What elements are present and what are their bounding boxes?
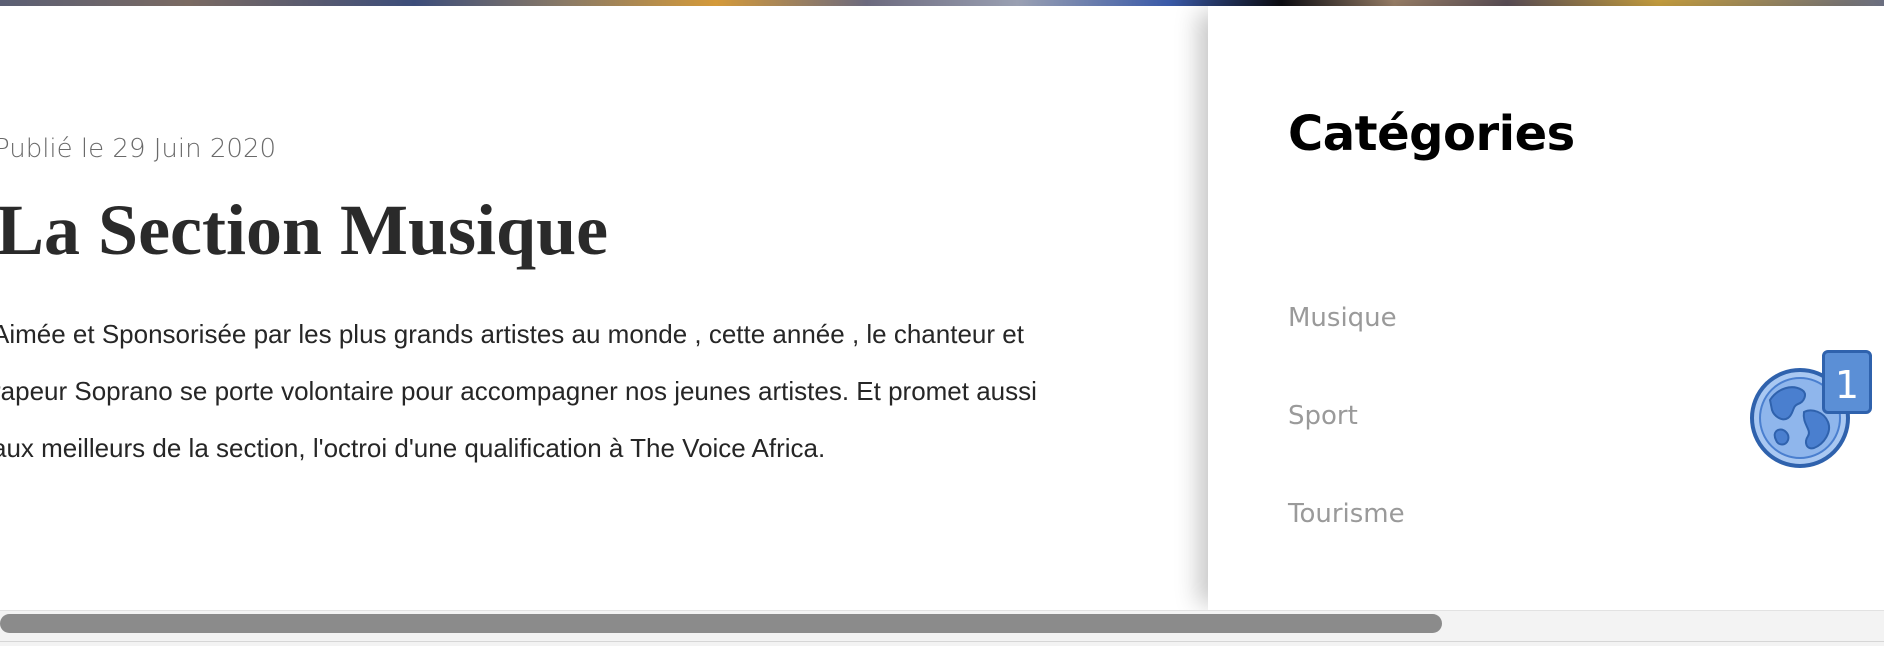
divider (0, 641, 1884, 642)
horizontal-scrollbar-thumb[interactable] (0, 614, 1442, 633)
article-body: Aimée et Sponsorisée par les plus grands… (0, 306, 1182, 477)
notification-count-badge[interactable]: 1 (1822, 350, 1872, 414)
category-item-tourisme[interactable]: Tourisme (1288, 492, 1405, 590)
article: Publié le 29 Juin 2020 La Section Musiqu… (0, 6, 1208, 610)
publish-date: Publié le 29 Juin 2020 (0, 134, 277, 164)
category-item-musique[interactable]: Musique (1288, 296, 1405, 394)
category-label[interactable]: Musique (1288, 296, 1397, 340)
sidebar: Catégories Musique Sport Tourisme (1208, 6, 1884, 610)
category-label[interactable]: Sport (1288, 394, 1358, 438)
category-label[interactable]: Tourisme (1288, 492, 1405, 536)
category-list: Musique Sport Tourisme (1288, 296, 1405, 590)
floating-notification-widget[interactable]: 1 (1748, 350, 1872, 472)
article-body-line: rapeur Soprano se porte volontaire pour … (0, 376, 1037, 406)
article-body-line: aux meilleurs de la section, l'octroi d'… (0, 433, 826, 463)
sidebar-title: Catégories (1288, 106, 1575, 162)
category-item-sport[interactable]: Sport (1288, 394, 1405, 492)
article-title: La Section Musique (0, 190, 609, 270)
page-viewport: Publié le 29 Juin 2020 La Section Musiqu… (0, 0, 1884, 646)
article-body-line: Aimée et Sponsorisée par les plus grands… (0, 319, 1024, 349)
